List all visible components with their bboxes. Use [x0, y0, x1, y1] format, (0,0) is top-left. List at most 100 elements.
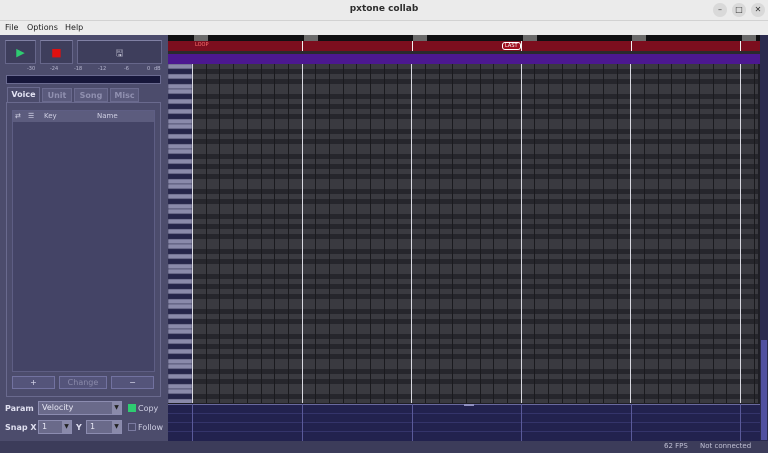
piano-key[interactable]	[168, 398, 192, 403]
piano-key[interactable]	[168, 378, 192, 385]
piano-key[interactable]	[168, 198, 192, 205]
piano-key[interactable]	[168, 64, 192, 70]
piano-key[interactable]	[168, 388, 192, 395]
piano-key[interactable]	[168, 218, 192, 225]
piano-key[interactable]	[168, 258, 192, 265]
piano-key[interactable]	[168, 113, 192, 120]
piano-key[interactable]	[168, 233, 192, 240]
piano-key[interactable]	[168, 253, 192, 260]
piano-key[interactable]	[168, 338, 192, 345]
piano-key[interactable]	[168, 288, 192, 295]
piano-key[interactable]	[168, 373, 192, 380]
piano-key[interactable]	[168, 268, 192, 275]
piano-key[interactable]	[168, 193, 192, 200]
loop-marker-bar[interactable]: LOOP LAST	[168, 41, 760, 51]
copy-checkbox[interactable]	[128, 404, 136, 412]
change-voice-button[interactable]: Change	[59, 376, 107, 389]
piano-key[interactable]	[168, 348, 192, 355]
last-marker-label[interactable]: LAST	[502, 42, 521, 50]
unit-bar[interactable]	[168, 54, 760, 64]
piano-key[interactable]	[168, 223, 192, 230]
stop-button[interactable]: ■	[40, 40, 73, 64]
piano-key[interactable]	[168, 93, 192, 100]
add-voice-button[interactable]: +	[12, 376, 55, 389]
piano-key[interactable]	[168, 133, 192, 140]
piano-key[interactable]	[168, 278, 192, 285]
piano-key[interactable]	[168, 208, 192, 215]
piano-key[interactable]	[168, 243, 192, 250]
piano-key[interactable]	[168, 363, 192, 370]
param-lane[interactable]	[168, 404, 760, 441]
column-key[interactable]: Key	[44, 112, 57, 120]
piano-key[interactable]	[168, 148, 192, 155]
piano-key[interactable]	[168, 108, 192, 115]
piano-key[interactable]	[168, 248, 192, 255]
menu-options[interactable]: Options	[27, 23, 58, 32]
swap-icon[interactable]: ⇄	[15, 112, 21, 120]
piano-key[interactable]	[168, 228, 192, 235]
piano-key[interactable]	[168, 203, 192, 210]
piano-key[interactable]	[168, 298, 192, 305]
piano-key[interactable]	[168, 353, 192, 360]
tab-song[interactable]: Song	[74, 88, 108, 102]
follow-checkbox[interactable]	[128, 423, 136, 431]
piano-key[interactable]	[168, 73, 192, 80]
save-button[interactable]: 🖫	[77, 40, 162, 64]
piano-key[interactable]	[168, 83, 192, 90]
piano-key[interactable]	[168, 163, 192, 170]
piano-key[interactable]	[168, 123, 192, 130]
piano-key[interactable]	[168, 273, 192, 280]
piano-key[interactable]	[168, 173, 192, 180]
close-icon[interactable]: ✕	[751, 3, 765, 17]
piano-key[interactable]	[168, 68, 192, 75]
piano-key[interactable]	[168, 213, 192, 220]
minimize-icon[interactable]: –	[713, 3, 727, 17]
piano-key[interactable]	[168, 128, 192, 135]
piano-key[interactable]	[168, 343, 192, 350]
menu-file[interactable]: File	[5, 23, 18, 32]
piano-key[interactable]	[168, 283, 192, 290]
vertical-scrollbar[interactable]	[760, 35, 768, 441]
note-grid[interactable]	[192, 64, 758, 403]
piano-roll-editor[interactable]: LOOP LAST	[168, 35, 768, 441]
piano-key[interactable]	[168, 318, 192, 325]
piano-key[interactable]	[168, 103, 192, 110]
piano-key[interactable]	[168, 183, 192, 190]
piano-key[interactable]	[168, 168, 192, 175]
snap-x-select[interactable]: 1 ▼	[38, 420, 72, 434]
piano-key[interactable]	[168, 118, 192, 125]
remove-voice-button[interactable]: −	[111, 376, 154, 389]
piano-key[interactable]	[168, 393, 192, 400]
maximize-icon[interactable]: □	[732, 3, 746, 17]
piano-key[interactable]	[168, 98, 192, 105]
piano-key[interactable]	[168, 153, 192, 160]
piano-key[interactable]	[168, 333, 192, 340]
piano-key[interactable]	[168, 358, 192, 365]
column-name[interactable]: Name	[97, 112, 118, 120]
piano-key[interactable]	[168, 143, 192, 150]
piano-key[interactable]	[168, 383, 192, 390]
piano-key[interactable]	[168, 293, 192, 300]
piano-key[interactable]	[168, 158, 192, 165]
column-icon[interactable]: ☰	[28, 112, 34, 120]
piano-key[interactable]	[168, 188, 192, 195]
tab-voice[interactable]: Voice	[7, 87, 40, 103]
scrollbar-thumb[interactable]	[761, 340, 767, 440]
piano-key[interactable]	[168, 313, 192, 320]
voice-list[interactable]: ⇄ ☰ Key Name	[12, 110, 155, 372]
tab-misc[interactable]: Misc	[110, 88, 139, 102]
menu-help[interactable]: Help	[65, 23, 83, 32]
note-roll[interactable]	[168, 64, 758, 403]
loop-marker-label[interactable]: LOOP	[195, 42, 209, 48]
piano-key[interactable]	[168, 328, 192, 335]
snap-y-select[interactable]: 1 ▼	[86, 420, 122, 434]
piano-key[interactable]	[168, 88, 192, 95]
piano-key[interactable]	[168, 138, 192, 145]
piano-key[interactable]	[168, 303, 192, 310]
piano-key[interactable]	[168, 263, 192, 270]
param-select[interactable]: Velocity ▼	[38, 401, 122, 415]
piano-key[interactable]	[168, 78, 192, 85]
piano-key[interactable]	[168, 323, 192, 330]
piano-key[interactable]	[168, 178, 192, 185]
piano-keys[interactable]	[168, 64, 192, 403]
